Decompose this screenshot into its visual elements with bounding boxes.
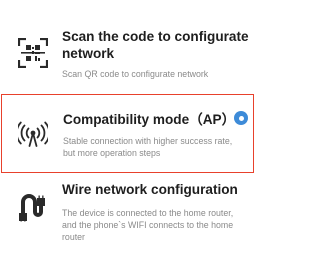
option-compatibility-mode[interactable]: Compatibility mode（AP） Stable connection… [1,94,254,173]
option-title: Wire network configuration [62,182,238,197]
option-description: Stable connection with higher success ra… [63,136,233,158]
option-qr-scan[interactable]: Scan the code to configurate network Sca… [0,0,255,88]
network-config-options: Scan the code to configurate network Sca… [0,0,255,255]
qr-scan-icon [18,38,48,68]
radio-dot [238,115,244,121]
option-title: Compatibility mode（AP） [63,112,236,127]
option-title: Scan the code to configurate network [62,29,249,61]
option-description: Scan QR code to configurate network [62,69,209,79]
ethernet-cable-icon [16,192,46,222]
option-wire-network[interactable]: Wire network configuration The device is… [0,178,255,255]
option-description: The device is connected to the home rout… [62,208,234,242]
antenna-signal-icon [18,119,48,149]
selected-radio[interactable] [234,111,248,125]
